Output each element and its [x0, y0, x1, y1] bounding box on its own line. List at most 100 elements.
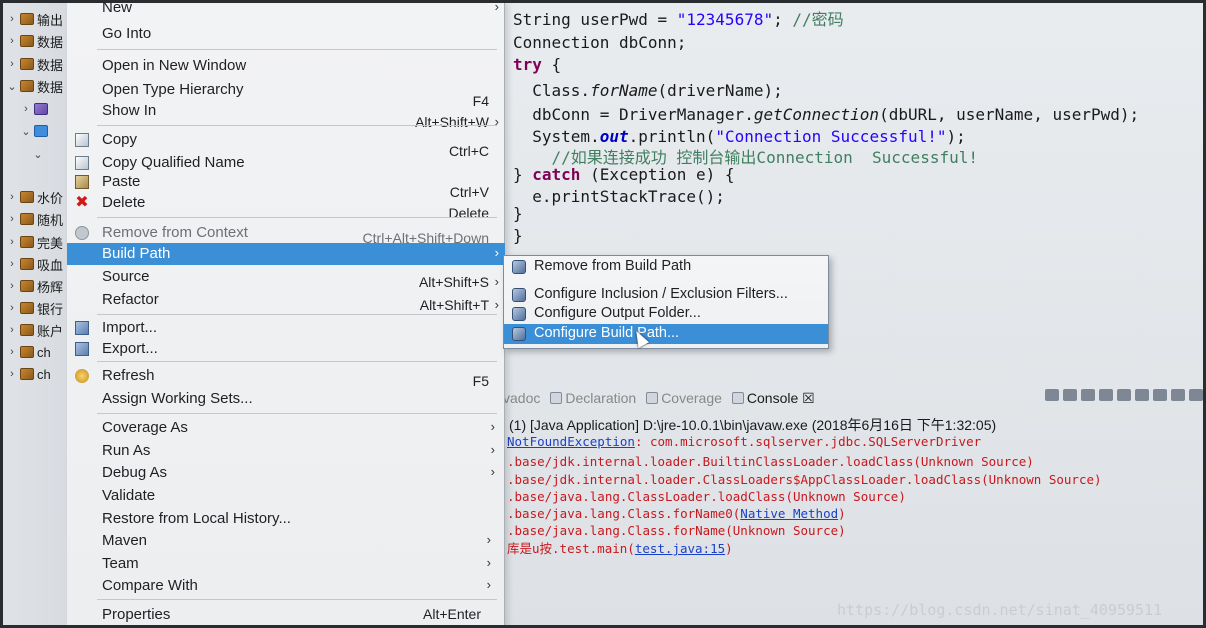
submenu-item-configure-output-folder[interactable]: Configure Output Folder...: [504, 304, 828, 324]
expand-twisty-icon[interactable]: ›: [7, 35, 17, 47]
display-console-icon[interactable]: [1171, 389, 1185, 401]
menu-item-label: Compare With: [102, 577, 198, 594]
code-editor[interactable]: String userPwd = "12345678"; //密码 Connec…: [503, 3, 1203, 253]
menu-item-properties[interactable]: Properties Alt+Enter: [67, 604, 505, 625]
console-link[interactable]: test.java:15: [635, 541, 725, 556]
console-icon: [731, 392, 744, 404]
menu-item-label: Copy: [102, 131, 138, 148]
submenu-arrow-icon: ›: [490, 419, 495, 434]
expand-twisty-icon[interactable]: ›: [7, 13, 17, 25]
tree-item[interactable]: › 银行: [7, 298, 75, 318]
tree-item-label: 水价: [37, 190, 64, 206]
build-path-submenu: Remove from Build Path Configure Inclusi…: [503, 255, 829, 349]
expand-twisty-icon[interactable]: ›: [7, 368, 17, 380]
menu-item-run-as[interactable]: Run As ›: [67, 440, 505, 462]
console-link[interactable]: Native Method: [740, 506, 838, 521]
submenu-arrow-icon: ›: [486, 577, 491, 592]
menu-item-export[interactable]: Export...: [67, 338, 505, 360]
refresh-icon: [75, 369, 89, 383]
menu-item-debug-as[interactable]: Debug As ›: [67, 462, 505, 484]
console-text: .base/java.lang.ClassLoader.loadClass(Un…: [507, 489, 906, 504]
tree-item[interactable]: › 输出: [7, 9, 75, 29]
console-launch-header: (1) [Java Application] D:\jre-10.0.1\bin…: [509, 417, 997, 433]
console-link[interactable]: NotFoundException: [507, 434, 635, 449]
expand-twisty-icon[interactable]: ›: [7, 58, 17, 70]
expand-twisty-icon[interactable]: ›: [7, 191, 17, 203]
menu-item-refactor[interactable]: Refactor Alt+Shift+T ›: [67, 289, 505, 313]
expand-twisty-icon[interactable]: ›: [7, 324, 17, 336]
tree-item[interactable]: › 随机: [7, 209, 75, 229]
word-wrap-icon[interactable]: [1135, 389, 1149, 401]
expand-twisty-icon[interactable]: ›: [7, 280, 17, 292]
menu-item-refresh[interactable]: Refresh F5: [67, 365, 505, 389]
tree-item[interactable]: › 吸血: [7, 254, 75, 274]
tree-item[interactable]: › 水价: [7, 187, 75, 207]
submenu-item-configure-build-path[interactable]: Configure Build Path...: [504, 324, 828, 344]
submenu-item-configure-filters[interactable]: Configure Inclusion / Exclusion Filters.…: [504, 285, 828, 305]
pin-console-icon[interactable]: [1153, 389, 1167, 401]
code-token: }: [513, 226, 523, 245]
expand-twisty-icon[interactable]: ›: [21, 103, 31, 115]
menu-item-maven[interactable]: Maven ›: [67, 530, 505, 552]
menu-item-assign-working-sets[interactable]: Assign Working Sets...: [67, 388, 505, 410]
remove-launch-icon[interactable]: [1063, 389, 1077, 401]
menu-item-delete[interactable]: ✖ Delete Delete: [67, 192, 505, 221]
expand-twisty-icon[interactable]: ›: [7, 213, 17, 225]
menu-item-team[interactable]: Team ›: [67, 553, 505, 575]
console-text: .base/jdk.internal.loader.BuiltinClassLo…: [507, 454, 1034, 469]
menu-item-restore-local-history[interactable]: Restore from Local History...: [67, 508, 505, 530]
menu-item-new[interactable]: New ›: [67, 3, 505, 19]
menu-item-show-in[interactable]: Show In Alt+Shift+W ›: [67, 100, 505, 130]
code-token: (dbURL, userName, userPwd);: [879, 105, 1140, 124]
submenu-item-remove-from-build-path[interactable]: Remove from Build Path: [504, 257, 828, 277]
menu-separator: [97, 49, 497, 50]
expand-twisty-icon[interactable]: ⌄: [33, 148, 43, 161]
tree-item[interactable]: › 数据: [7, 31, 75, 51]
tab-label: Console ☒: [746, 389, 815, 406]
tab-coverage[interactable]: Coverage: [646, 390, 722, 406]
code-static-method: forName: [590, 81, 658, 100]
tab-declaration[interactable]: Declaration: [550, 390, 636, 406]
code-token: .println(: [628, 127, 716, 146]
menu-item-build-path[interactable]: Build Path ›: [67, 243, 505, 265]
tree-item[interactable]: › ch: [7, 364, 75, 384]
tree-item[interactable]: › 账户: [7, 320, 75, 340]
tree-item[interactable]: ⌄ 数据: [7, 76, 75, 96]
expand-twisty-icon[interactable]: ⌄: [21, 125, 31, 138]
tree-item-label: 吸血: [37, 257, 64, 273]
menu-item-open-type-hierarchy[interactable]: Open Type Hierarchy F4: [67, 79, 505, 109]
tab-console[interactable]: Console ☒: [731, 389, 815, 407]
code-string: "Connection Successful!": [715, 127, 947, 146]
menu-item-validate[interactable]: Validate: [67, 485, 505, 507]
tab-javadoc[interactable]: vadoc: [503, 390, 540, 406]
tree-item[interactable]: › ch: [7, 342, 75, 362]
code-static-field: out: [599, 127, 629, 146]
menu-item-source[interactable]: Source Alt+Shift+S ›: [67, 266, 505, 290]
watermark: https://blog.csdn.net/sinat_40959511: [837, 601, 1163, 619]
clear-console-icon[interactable]: [1099, 389, 1113, 401]
remove-context-icon: [75, 226, 89, 240]
menu-item-paste[interactable]: Paste Ctrl+V: [67, 171, 505, 200]
expand-twisty-icon[interactable]: ›: [7, 346, 17, 358]
expand-twisty-icon[interactable]: ›: [7, 258, 17, 270]
expand-twisty-icon[interactable]: ⌄: [7, 80, 17, 93]
menu-item-compare-with[interactable]: Compare With ›: [67, 575, 505, 597]
scroll-lock-icon[interactable]: [1117, 389, 1131, 401]
tree-item[interactable]: › 杨辉: [7, 276, 75, 296]
console-line: 库是u按.test.main(test.java:15): [507, 540, 733, 558]
menu-item-copy[interactable]: Copy Ctrl+C: [67, 129, 505, 159]
terminate-icon[interactable]: [1045, 389, 1059, 401]
menu-item-coverage-as[interactable]: Coverage As ›: [67, 417, 505, 439]
menu-item-go-into[interactable]: Go Into: [67, 23, 505, 45]
menu-item-remove-from-context[interactable]: Remove from Context Ctrl+Alt+Shift+Down: [67, 222, 505, 246]
tree-item[interactable]: › 数据: [7, 54, 75, 74]
expand-twisty-icon[interactable]: ›: [7, 236, 17, 248]
menu-item-open-new-window[interactable]: Open in New Window: [67, 55, 505, 77]
expand-twisty-icon[interactable]: ›: [7, 302, 17, 314]
remove-all-icon[interactable]: [1081, 389, 1095, 401]
console-text: .base/jdk.internal.loader.ClassLoaders$A…: [507, 472, 1102, 487]
code-line: } catch (Exception e) {: [513, 164, 735, 186]
menu-item-import[interactable]: Import...: [67, 317, 505, 339]
tree-item[interactable]: › 完美: [7, 232, 75, 252]
new-console-icon[interactable]: [1189, 389, 1203, 401]
